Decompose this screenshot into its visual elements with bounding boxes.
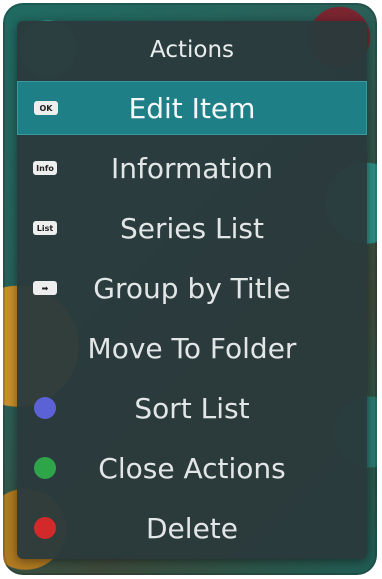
arrow-key-icon: ➡	[33, 281, 57, 295]
menu-item-group-by-title[interactable]: ➡ Group by Title	[17, 261, 367, 315]
list-key-icon: List	[33, 221, 57, 235]
menu-item-label: Information	[110, 151, 274, 185]
screen-frame: Actions OK Edit Item Info Information Li…	[3, 3, 377, 575]
menu-item-series-list[interactable]: List Series List	[17, 201, 367, 255]
menu-item-move-to-folder[interactable]: Move To Folder	[17, 321, 367, 375]
menu-item-label: Delete	[146, 511, 238, 545]
menu-item-label: Close Actions	[98, 451, 286, 485]
menu-item-edit-item[interactable]: OK Edit Item	[17, 81, 367, 135]
red-button-icon	[34, 517, 56, 539]
menu-item-information[interactable]: Info Information	[17, 141, 367, 195]
menu-item-label: Sort List	[134, 391, 250, 425]
green-button-icon	[34, 457, 56, 479]
menu-item-delete[interactable]: Delete	[17, 501, 367, 555]
menu-item-label: Edit Item	[128, 91, 256, 125]
menu-item-label: Group by Title	[93, 271, 291, 305]
blue-button-icon	[34, 397, 56, 419]
menu-item-close-actions[interactable]: Close Actions	[17, 441, 367, 495]
ok-key-icon: OK	[34, 101, 58, 115]
menu-item-label: Move To Folder	[87, 331, 297, 365]
info-key-icon: Info	[33, 161, 57, 175]
menu-title: Actions	[149, 37, 234, 63]
actions-menu: Actions OK Edit Item Info Information Li…	[17, 21, 367, 559]
menu-item-label: Series List	[120, 211, 264, 245]
menu-item-sort-list[interactable]: Sort List	[17, 381, 367, 435]
